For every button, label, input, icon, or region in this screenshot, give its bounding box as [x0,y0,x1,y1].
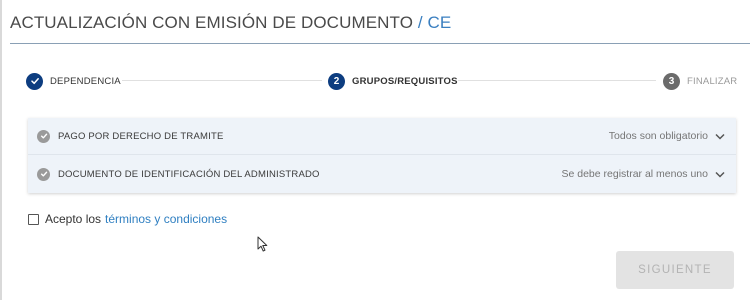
step-number: 2 [328,72,345,90]
procedure-code: CE [427,13,452,32]
stepper-connector [122,80,322,81]
page-title: ACTUALIZACIÓN CON EMISIÓN DE DOCUMENTO /… [10,13,451,33]
terms-prefix: Acepto los [45,212,102,226]
page-title-text: ACTUALIZACIÓN CON EMISIÓN DE DOCUMENTO [10,13,414,32]
terms-acceptance: Acepto los términos y condiciones [28,212,227,226]
terms-checkbox[interactable] [28,213,39,225]
requirements-list: PAGO POR DERECHO DE TRAMITE Todos son ob… [28,118,736,193]
chevron-down-icon[interactable] [714,130,726,142]
requirement-title: DOCUMENTO DE IDENTIFICACIÓN DEL ADMINIST… [58,168,320,180]
stepper: DEPENDENCIA 2 GRUPOS/REQUISITOS 3 FINALI… [0,70,750,92]
step-label: GRUPOS/REQUISITOS [352,75,458,87]
step-finalizar[interactable]: 3 FINALIZAR [663,70,737,92]
header-divider [10,43,750,44]
title-separator: / [417,13,423,32]
check-circle-icon [37,129,50,143]
siguiente-button[interactable]: SIGUIENTE [616,251,734,289]
requirement-documento-identificacion[interactable]: DOCUMENTO DE IDENTIFICACIÓN DEL ADMINIST… [28,155,736,193]
requirement-status: Se debe registrar al menos uno [561,168,708,180]
stepper-connector [458,80,656,81]
step-number: 3 [663,72,680,90]
step-grupos-requisitos[interactable]: 2 GRUPOS/REQUISITOS [328,70,458,92]
terms-link[interactable]: términos y condiciones [105,212,227,226]
mouse-cursor-icon [257,236,268,257]
check-circle-icon [37,167,50,181]
step-label: FINALIZAR [687,75,738,87]
step-dependencia[interactable]: DEPENDENCIA [26,70,121,92]
chevron-down-icon[interactable] [714,168,726,180]
step-label: DEPENDENCIA [50,75,121,87]
requirement-title: PAGO POR DERECHO DE TRAMITE [58,130,224,142]
requirement-status: Todos son obligatorio [608,130,708,142]
requirement-pago-derecho-tramite[interactable]: PAGO POR DERECHO DE TRAMITE Todos son ob… [28,118,736,155]
page-left-border [0,0,2,300]
check-icon [26,72,43,90]
